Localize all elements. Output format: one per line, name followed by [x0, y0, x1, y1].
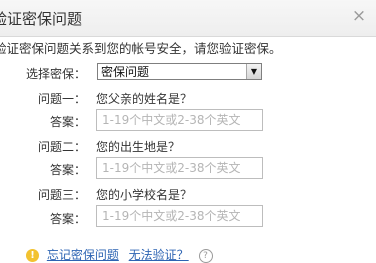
select-value: 密保问题	[101, 65, 150, 79]
help-icon[interactable]: ?	[198, 248, 213, 263]
answer-1-input[interactable]	[96, 109, 263, 131]
answer-2-label: 答案：	[49, 163, 86, 177]
answer-2-input[interactable]	[96, 157, 263, 179]
question-3-text: 您的小学校名是？	[96, 188, 193, 202]
warning-icon: !	[26, 249, 39, 262]
answer-1-label: 答案：	[49, 115, 86, 129]
security-type-select[interactable]: 密保问题 ▼	[97, 63, 262, 80]
question-1-text: 您父亲的姓名是？	[96, 92, 193, 106]
close-icon[interactable]: ×	[351, 6, 367, 26]
question-1-label: 问题一：	[37, 92, 86, 106]
forgot-questions-link[interactable]: 忘记密保问题	[47, 248, 119, 262]
dialog-title: 验证密保问题	[0, 10, 83, 28]
answer-3-label: 答案：	[49, 212, 86, 226]
answer-3-input[interactable]	[96, 205, 263, 227]
select-label: 选择密保：	[25, 67, 86, 81]
intro-text: 验证密保问题关系到您的帐号安全，请您验证密保。	[0, 41, 282, 56]
dialog-title-bar: 验证密保问题 ×	[0, 0, 376, 37]
question-3-label: 问题三：	[37, 188, 86, 202]
verify-security-dialog: 验证密保问题 × 验证密保问题关系到您的帐号安全，请您验证密保。 选择密保： 密…	[0, 0, 376, 263]
cannot-verify-link[interactable]: 无法验证？	[129, 248, 189, 262]
question-2-text: 您的出生地是？	[96, 140, 181, 154]
chevron-down-icon[interactable]: ▼	[246, 64, 261, 79]
question-2-label: 问题二：	[37, 140, 86, 154]
